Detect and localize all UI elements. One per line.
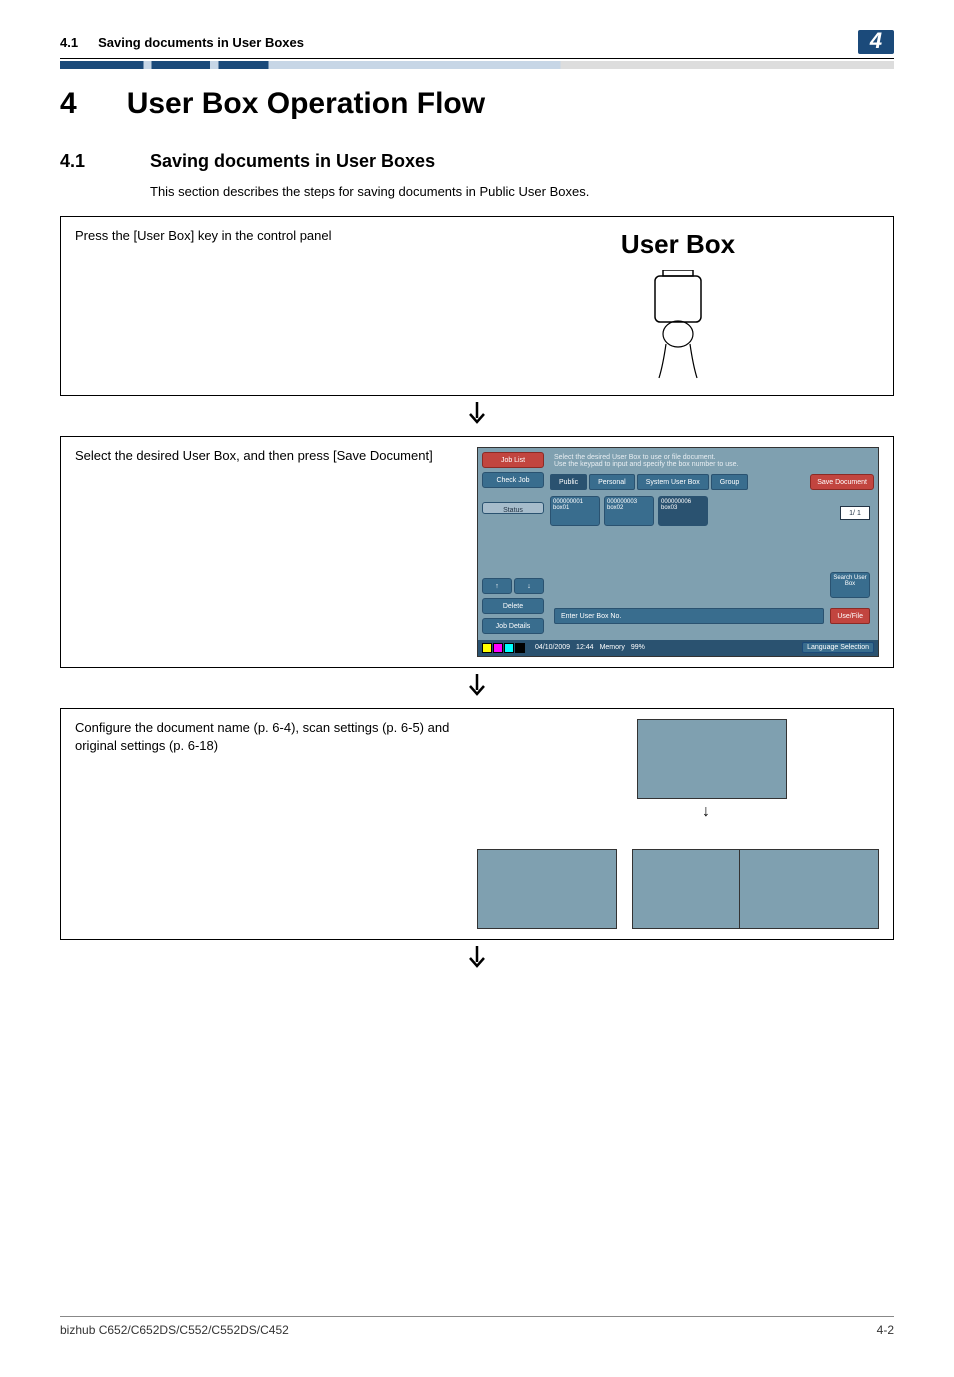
step3-text: Configure the document name (p. 6-4), sc… (75, 719, 477, 929)
userbox-key-icon[interactable] (633, 270, 723, 380)
step1-text: Press the [User Box] key in the control … (75, 227, 477, 385)
status-label: Status (482, 502, 544, 514)
job-list-button[interactable]: Job List (482, 452, 544, 468)
delete-button[interactable]: Delete (482, 598, 544, 614)
userbox-key-label: User Box (621, 229, 735, 260)
section-title: Saving documents in User Boxes (150, 151, 435, 172)
status-date: 04/10/2009 (535, 644, 570, 651)
touchscreen-userbox: Job List Check Job Status ↑ ↓ Delete Job… (477, 447, 879, 657)
language-select-button[interactable]: Language Selection (802, 642, 874, 653)
tab-system[interactable]: System User Box (637, 474, 709, 490)
userbox-item[interactable]: 000000003box02 (604, 496, 654, 526)
userbox-item[interactable]: 000000006box03 (658, 496, 708, 526)
scroll-up-button[interactable]: ↑ (482, 578, 512, 594)
screen-hint: Select the desired User Box to use or fi… (554, 454, 874, 468)
settings-screens-thumbs: ↓ (477, 719, 879, 929)
search-userbox-button[interactable]: Search User Box (830, 572, 870, 598)
chapter-badge: 4 (858, 30, 894, 54)
header-section-num: 4.1 (60, 35, 78, 50)
status-time: 12:44 (576, 644, 594, 651)
keyboard-screen-thumb (477, 849, 617, 929)
section-number: 4.1 (60, 151, 150, 172)
step1-box: Press the [User Box] key in the control … (60, 216, 894, 396)
footer-page: 4-2 (877, 1323, 894, 1337)
footer-model: bizhub C652/C652DS/C552/C552DS/C452 (60, 1323, 289, 1337)
page-indicator: 1/ 1 (840, 506, 870, 520)
userbox-item[interactable]: 000000001box01 (550, 496, 600, 526)
status-memory-label: Memory (600, 644, 625, 651)
tab-group[interactable]: Group (711, 474, 748, 490)
step2-box: Select the desired User Box, and then pr… (60, 436, 894, 668)
original-settings-thumb (739, 849, 879, 929)
enter-boxno-field[interactable]: Enter User Box No. (554, 608, 824, 624)
save-document-button[interactable]: Save Document (810, 474, 874, 490)
ink-indicator (482, 643, 525, 653)
step3-box: Configure the document name (p. 6-4), sc… (60, 708, 894, 940)
tab-public[interactable]: Public (550, 474, 587, 490)
section-intro: This section describes the steps for sav… (150, 182, 894, 202)
status-memory-pct: 99% (631, 644, 645, 651)
use-file-button[interactable]: Use/File (830, 608, 870, 624)
tab-personal[interactable]: Personal (589, 474, 635, 490)
chapter-heading: 4 User Box Operation Flow (60, 87, 894, 121)
flow-arrow-icon (60, 674, 894, 704)
check-job-button[interactable]: Check Job (482, 472, 544, 488)
docname-screen-thumb (637, 719, 787, 799)
scroll-down-button[interactable]: ↓ (514, 578, 544, 594)
chapter-title: User Box Operation Flow (127, 87, 485, 120)
branch-arrow-icon: ↓ (702, 803, 710, 821)
step2-text: Select the desired User Box, and then pr… (75, 447, 477, 657)
header-accent-stripe (60, 61, 894, 69)
header-breadcrumb: Saving documents in User Boxes (98, 35, 304, 50)
chapter-number: 4 (60, 87, 77, 120)
job-details-button[interactable]: Job Details (482, 618, 544, 634)
flow-arrow-icon (60, 946, 894, 976)
flow-arrow-icon (60, 402, 894, 432)
